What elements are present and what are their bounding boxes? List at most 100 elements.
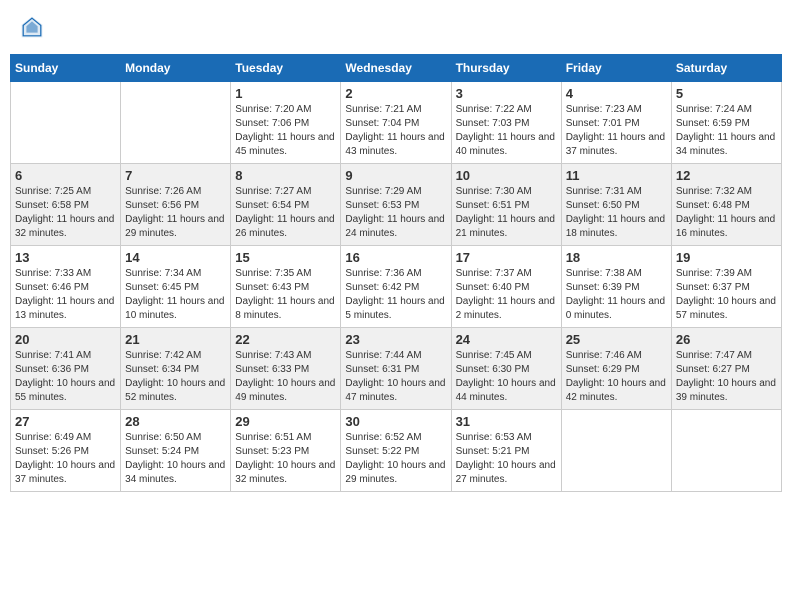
day-of-week-header: Sunday (11, 55, 121, 82)
day-number: 9 (345, 168, 446, 183)
calendar-day-cell: 3 Sunrise: 7:22 AMSunset: 7:03 PMDaylight… (451, 82, 561, 164)
day-number: 24 (456, 332, 557, 347)
page-header (10, 10, 782, 44)
calendar-day-cell: 14 Sunrise: 7:34 AMSunset: 6:45 PMDayligh… (121, 246, 231, 328)
calendar-day-cell (11, 82, 121, 164)
day-info: Sunrise: 7:32 AMSunset: 6:48 PMDaylight:… (676, 185, 777, 241)
calendar-day-cell: 16 Sunrise: 7:36 AMSunset: 6:42 PMDayligh… (341, 246, 451, 328)
day-number: 5 (676, 86, 777, 101)
calendar-day-cell: 20 Sunrise: 7:41 AMSunset: 6:36 PMDayligh… (11, 328, 121, 410)
day-number: 15 (235, 250, 336, 265)
calendar-day-cell: 12 Sunrise: 7:32 AMSunset: 6:48 PMDayligh… (671, 164, 781, 246)
calendar-day-cell: 7 Sunrise: 7:26 AMSunset: 6:56 PMDaylight… (121, 164, 231, 246)
day-number: 6 (15, 168, 116, 183)
day-info: Sunrise: 7:31 AMSunset: 6:50 PMDaylight:… (566, 185, 667, 241)
day-number: 22 (235, 332, 336, 347)
calendar-day-cell: 15 Sunrise: 7:35 AMSunset: 6:43 PMDayligh… (231, 246, 341, 328)
calendar-day-cell: 27 Sunrise: 6:49 AMSunset: 5:26 PMDayligh… (11, 410, 121, 492)
calendar-week-row: 20 Sunrise: 7:41 AMSunset: 6:36 PMDayligh… (11, 328, 782, 410)
calendar-day-cell: 4Sunrise: 7:23 AMSunset: 7:01 PMDaylight… (561, 82, 671, 164)
day-number: 27 (15, 414, 116, 429)
calendar-day-cell: 9 Sunrise: 7:29 AMSunset: 6:53 PMDaylight… (341, 164, 451, 246)
day-number: 11 (566, 168, 667, 183)
day-info: Sunrise: 7:41 AMSunset: 6:36 PMDaylight:… (15, 349, 116, 405)
day-info: Sunrise: 7:33 AMSunset: 6:46 PMDaylight:… (15, 267, 116, 323)
day-number: 19 (676, 250, 777, 265)
day-info: Sunrise: 7:42 AMSunset: 6:34 PMDaylight:… (125, 349, 226, 405)
day-number: 29 (235, 414, 336, 429)
logo (20, 15, 46, 39)
calendar-day-cell: 10Sunrise: 7:30 AMSunset: 6:51 PMDayligh… (451, 164, 561, 246)
calendar-day-cell: 23Sunrise: 7:44 AMSunset: 6:31 PMDayligh… (341, 328, 451, 410)
day-info: Sunrise: 7:36 AMSunset: 6:42 PMDaylight:… (345, 267, 446, 323)
day-info: Sunrise: 7:24 AMSunset: 6:59 PMDaylight:… (676, 103, 777, 159)
calendar-day-cell: 25Sunrise: 7:46 AMSunset: 6:29 PMDayligh… (561, 328, 671, 410)
day-info: Sunrise: 7:43 AMSunset: 6:33 PMDaylight:… (235, 349, 336, 405)
day-info: Sunrise: 7:34 AMSunset: 6:45 PMDaylight:… (125, 267, 226, 323)
day-number: 8 (235, 168, 336, 183)
day-number: 17 (456, 250, 557, 265)
day-info: Sunrise: 6:49 AMSunset: 5:26 PMDaylight:… (15, 431, 116, 487)
calendar-day-cell: 21Sunrise: 7:42 AMSunset: 6:34 PMDayligh… (121, 328, 231, 410)
day-number: 31 (456, 414, 557, 429)
calendar-day-cell (121, 82, 231, 164)
day-number: 4 (566, 86, 667, 101)
calendar-day-cell: 8 Sunrise: 7:27 AMSunset: 6:54 PMDaylight… (231, 164, 341, 246)
day-info: Sunrise: 7:26 AMSunset: 6:56 PMDaylight:… (125, 185, 226, 241)
day-number: 28 (125, 414, 226, 429)
day-number: 25 (566, 332, 667, 347)
calendar-day-cell: 2 Sunrise: 7:21 AMSunset: 7:04 PMDaylight… (341, 82, 451, 164)
calendar-week-row: 1Sunrise: 7:20 AMSunset: 7:06 PMDaylight… (11, 82, 782, 164)
day-of-week-header: Monday (121, 55, 231, 82)
day-info: Sunrise: 7:47 AMSunset: 6:27 PMDaylight:… (676, 349, 777, 405)
calendar-day-cell: 17 Sunrise: 7:37 AMSunset: 6:40 PMDayligh… (451, 246, 561, 328)
day-info: Sunrise: 6:51 AMSunset: 5:23 PMDaylight:… (235, 431, 336, 487)
day-number: 14 (125, 250, 226, 265)
day-number: 13 (15, 250, 116, 265)
day-of-week-header: Tuesday (231, 55, 341, 82)
calendar-day-cell: 26 Sunrise: 7:47 AMSunset: 6:27 PMDayligh… (671, 328, 781, 410)
day-number: 16 (345, 250, 446, 265)
day-number: 20 (15, 332, 116, 347)
day-number: 3 (456, 86, 557, 101)
calendar-day-cell: 18 Sunrise: 7:38 AMSunset: 6:39 PMDayligh… (561, 246, 671, 328)
day-info: Sunrise: 7:45 AMSunset: 6:30 PMDaylight:… (456, 349, 557, 405)
day-info: Sunrise: 7:38 AMSunset: 6:39 PMDaylight:… (566, 267, 667, 323)
calendar-day-cell: 13 Sunrise: 7:33 AMSunset: 6:46 PMDayligh… (11, 246, 121, 328)
day-info: Sunrise: 7:44 AMSunset: 6:31 PMDaylight:… (345, 349, 446, 405)
day-info: Sunrise: 7:37 AMSunset: 6:40 PMDaylight:… (456, 267, 557, 323)
calendar-day-cell (671, 410, 781, 492)
day-number: 12 (676, 168, 777, 183)
day-info: Sunrise: 7:35 AMSunset: 6:43 PMDaylight:… (235, 267, 336, 323)
day-info: Sunrise: 7:22 AMSunset: 7:03 PMDaylight:… (456, 103, 557, 159)
calendar-day-cell: 1Sunrise: 7:20 AMSunset: 7:06 PMDaylight… (231, 82, 341, 164)
day-info: Sunrise: 7:25 AMSunset: 6:58 PMDaylight:… (15, 185, 116, 241)
day-number: 10 (456, 168, 557, 183)
day-of-week-header: Thursday (451, 55, 561, 82)
day-number: 30 (345, 414, 446, 429)
calendar-day-cell: 5 Sunrise: 7:24 AMSunset: 6:59 PMDaylight… (671, 82, 781, 164)
logo-icon (20, 15, 44, 39)
day-info: Sunrise: 7:29 AMSunset: 6:53 PMDaylight:… (345, 185, 446, 241)
calendar-day-cell: 29 Sunrise: 6:51 AMSunset: 5:23 PMDayligh… (231, 410, 341, 492)
calendar-day-cell: 31 Sunrise: 6:53 AMSunset: 5:21 PMDayligh… (451, 410, 561, 492)
calendar-day-cell: 6 Sunrise: 7:25 AMSunset: 6:58 PMDaylight… (11, 164, 121, 246)
calendar-day-cell: 28Sunrise: 6:50 AMSunset: 5:24 PMDayligh… (121, 410, 231, 492)
day-number: 18 (566, 250, 667, 265)
calendar-day-cell: 22 Sunrise: 7:43 AMSunset: 6:33 PMDayligh… (231, 328, 341, 410)
day-of-week-header: Friday (561, 55, 671, 82)
day-info: Sunrise: 7:21 AMSunset: 7:04 PMDaylight:… (345, 103, 446, 159)
day-number: 7 (125, 168, 226, 183)
day-info: Sunrise: 7:20 AMSunset: 7:06 PMDaylight:… (235, 103, 336, 159)
day-number: 26 (676, 332, 777, 347)
day-info: Sunrise: 7:39 AMSunset: 6:37 PMDaylight:… (676, 267, 777, 323)
calendar-week-row: 27 Sunrise: 6:49 AMSunset: 5:26 PMDayligh… (11, 410, 782, 492)
calendar-week-row: 6 Sunrise: 7:25 AMSunset: 6:58 PMDaylight… (11, 164, 782, 246)
day-info: Sunrise: 7:27 AMSunset: 6:54 PMDaylight:… (235, 185, 336, 241)
day-info: Sunrise: 6:52 AMSunset: 5:22 PMDaylight:… (345, 431, 446, 487)
day-number: 2 (345, 86, 446, 101)
calendar-day-cell: 11 Sunrise: 7:31 AMSunset: 6:50 PMDayligh… (561, 164, 671, 246)
day-of-week-header: Saturday (671, 55, 781, 82)
day-info: Sunrise: 6:53 AMSunset: 5:21 PMDaylight:… (456, 431, 557, 487)
calendar-header-row: SundayMondayTuesdayWednesdayThursdayFrid… (11, 55, 782, 82)
